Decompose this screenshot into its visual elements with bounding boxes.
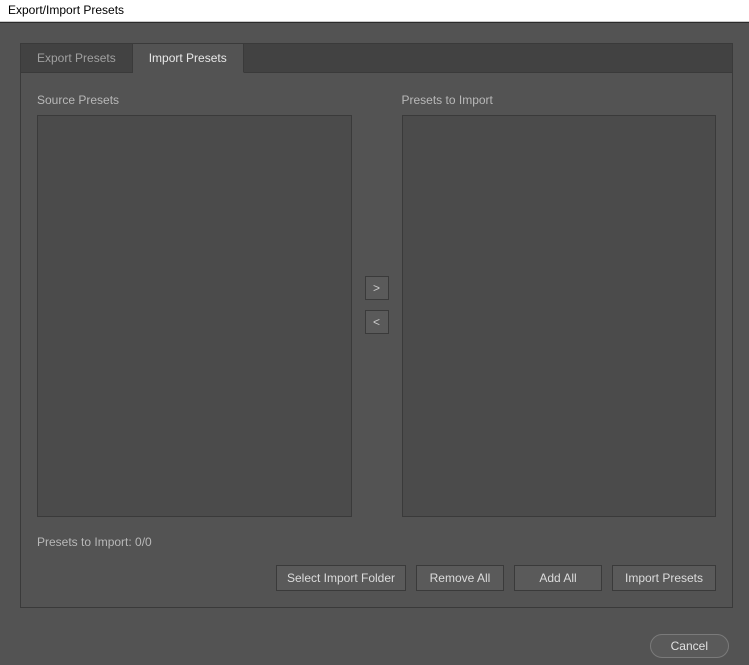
chevron-left-icon: < [373, 315, 380, 329]
cancel-button[interactable]: Cancel [650, 634, 729, 658]
tab-import-presets[interactable]: Import Presets [133, 44, 244, 73]
remove-all-label: Remove All [430, 571, 491, 585]
main-body: Source Presets > < Presets to Import P [21, 73, 732, 591]
import-presets-button[interactable]: Import Presets [612, 565, 716, 591]
source-column: Source Presets [37, 93, 352, 517]
status-text: Presets to Import: 0/0 [37, 535, 716, 549]
presets-to-import-listbox[interactable] [402, 115, 717, 517]
import-presets-label: Import Presets [625, 571, 703, 585]
tab-row: Export Presets Import Presets [21, 44, 732, 73]
content-area: Export Presets Import Presets Source Pre… [0, 22, 749, 665]
select-import-folder-button[interactable]: Select Import Folder [276, 565, 406, 591]
chevron-right-icon: > [373, 281, 380, 295]
target-column: Presets to Import [402, 93, 717, 517]
move-right-button[interactable]: > [365, 276, 389, 300]
select-import-folder-label: Select Import Folder [287, 571, 395, 585]
cancel-label: Cancel [671, 639, 708, 653]
main-panel: Export Presets Import Presets Source Pre… [20, 43, 733, 608]
window-titlebar: Export/Import Presets [0, 0, 749, 22]
presets-to-import-label: Presets to Import [402, 93, 717, 107]
action-button-row: Select Import Folder Remove All Add All … [37, 565, 716, 591]
move-left-button[interactable]: < [365, 310, 389, 334]
tab-export-presets[interactable]: Export Presets [21, 44, 133, 72]
add-all-button[interactable]: Add All [514, 565, 602, 591]
add-all-label: Add All [539, 571, 576, 585]
window-title: Export/Import Presets [8, 3, 124, 17]
source-presets-label: Source Presets [37, 93, 352, 107]
transfer-buttons: > < [352, 93, 402, 517]
remove-all-button[interactable]: Remove All [416, 565, 504, 591]
tab-import-label: Import Presets [149, 51, 227, 65]
source-presets-listbox[interactable] [37, 115, 352, 517]
footer-row: Cancel [0, 622, 749, 658]
tab-export-label: Export Presets [37, 51, 116, 65]
columns: Source Presets > < Presets to Import [37, 93, 716, 517]
